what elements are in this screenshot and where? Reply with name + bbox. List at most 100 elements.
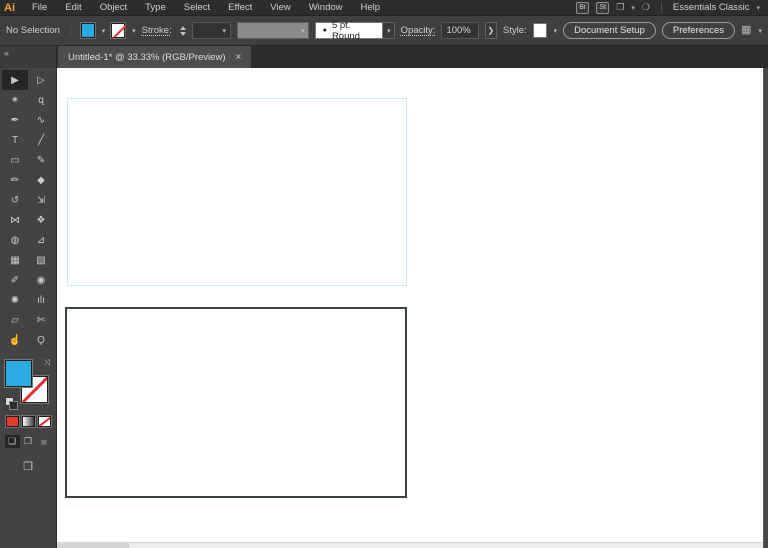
artwork-warm[interactable] (65, 307, 407, 498)
chevron-down-icon[interactable]: ▾ (222, 27, 226, 35)
draw-normal-icon[interactable]: ❏ (5, 435, 20, 448)
document-tab[interactable]: Untitled-1* @ 33.33% (RGB/Preview) × (58, 46, 251, 68)
menu-view[interactable]: View (261, 2, 299, 13)
rotate-tool[interactable]: ↺ (2, 190, 28, 210)
pen-tool[interactable]: ✒ (2, 110, 28, 130)
draw-behind-icon[interactable]: ❐ (21, 435, 36, 448)
width-tool[interactable]: ⋈ (2, 210, 28, 230)
selection-status: No Selection (6, 25, 60, 36)
lasso-tool[interactable]: ɋ (28, 90, 54, 110)
eraser-tool[interactable]: ◆ (28, 170, 54, 190)
perspective-grid-tool[interactable]: ⊿ (28, 230, 54, 250)
chevron-down-icon[interactable]: ▾ (554, 27, 558, 35)
hand-tool[interactable]: ☝ (2, 330, 28, 350)
menu-window[interactable]: Window (300, 2, 352, 13)
bridge-button[interactable]: Br (576, 2, 589, 14)
menu-effect[interactable]: Effect (219, 2, 261, 13)
variable-width-profile-dropdown[interactable]: ▾ (237, 22, 309, 39)
slice-tool[interactable]: ✄ (28, 310, 54, 330)
menu-select[interactable]: Select (175, 2, 219, 13)
opacity-more-button[interactable]: ❯ (485, 22, 497, 39)
color-button[interactable] (6, 416, 19, 427)
toolbar-collapse[interactable]: « (0, 46, 57, 68)
share-icon[interactable]: ❍ (642, 3, 650, 12)
main-area: ▶▷✶ɋ✒∿T╱▭✎✏◆↺⇲⋈❖◍⊿▦▧✐◉✺ılı▱✄☝Ϙ ⤨ ❏ ❐ ◙ ❒ (0, 68, 768, 548)
rectangle-tool[interactable]: ▭ (2, 150, 28, 170)
artwork-pink[interactable] (417, 308, 752, 495)
align-options-icon[interactable]: ▦ (741, 25, 751, 36)
eyedropper-tool[interactable]: ✐ (2, 270, 28, 290)
free-transform-tool[interactable]: ❖ (28, 210, 54, 230)
style-label: Style: (503, 25, 527, 36)
artboard-tool[interactable]: ▱ (2, 310, 28, 330)
artwork-light-blue[interactable] (417, 103, 752, 290)
collapsed-dock-strip[interactable] (763, 68, 768, 548)
menu-file[interactable]: File (23, 2, 56, 13)
chevron-down-icon[interactable]: ▾ (102, 27, 106, 35)
draw-inside-icon[interactable]: ◙ (37, 435, 52, 448)
document-setup-button[interactable]: Document Setup (563, 22, 656, 39)
zoom-tool[interactable]: Ϙ (28, 330, 54, 350)
brush-dot-icon: ● (323, 27, 327, 34)
close-icon[interactable]: × (235, 52, 241, 63)
mesh-tool[interactable]: ▦ (2, 250, 28, 270)
stroke-weight-stepper[interactable] (180, 26, 186, 36)
chevron-down-icon[interactable]: ▾ (756, 4, 760, 12)
line-segment-tool[interactable]: ╱ (28, 130, 54, 150)
color-mode-buttons (6, 416, 51, 427)
curvature-tool[interactable]: ∿ (28, 110, 54, 130)
screen-mode-icon[interactable]: ❒ (23, 460, 33, 473)
magic-wand-tool[interactable]: ✶ (2, 90, 28, 110)
shape-builder-tool[interactable]: ◍ (2, 230, 28, 250)
illustrator-window: Ai FileEditObjectTypeSelectEffectViewWin… (0, 0, 768, 548)
symbol-sprayer-tool[interactable]: ✺ (2, 290, 28, 310)
tools-grid: ▶▷✶ɋ✒∿T╱▭✎✏◆↺⇲⋈❖◍⊿▦▧✐◉✺ılı▱✄☝Ϙ (2, 70, 54, 350)
menu-type[interactable]: Type (136, 2, 175, 13)
stock-button[interactable]: St (596, 2, 609, 14)
gradient-tool[interactable]: ▧ (28, 250, 54, 270)
control-bar: No Selection ▾ ▾ Stroke: ▾ ▾ ● 5 pt. Rou… (0, 15, 768, 46)
gradient-button[interactable] (22, 416, 35, 427)
brush-definition-chevron[interactable]: ▾ (383, 22, 395, 39)
opacity-field[interactable]: 100% (441, 22, 478, 39)
fill-indicator[interactable] (5, 360, 32, 387)
stroke-color-swatch[interactable] (111, 23, 125, 38)
blend-tool[interactable]: ◉ (28, 270, 54, 290)
collapse-icon: « (4, 48, 9, 58)
type-tool[interactable]: T (2, 130, 28, 150)
drawing-mode-buttons: ❏ ❐ ◙ (5, 435, 52, 448)
menu-help[interactable]: Help (352, 2, 390, 13)
fill-stroke-indicator: ⤨ (5, 358, 51, 406)
none-button[interactable] (38, 416, 51, 427)
preferences-button[interactable]: Preferences (662, 22, 735, 39)
menu-object[interactable]: Object (91, 2, 136, 13)
artwork-rainbow[interactable] (67, 98, 407, 286)
opacity-label[interactable]: Opacity: (401, 25, 436, 36)
pencil-tool[interactable]: ✏ (2, 170, 28, 190)
menu-edit[interactable]: Edit (56, 2, 90, 13)
stroke-weight-field[interactable]: ▾ (192, 22, 231, 39)
chevron-down-icon[interactable]: ▾ (132, 27, 136, 35)
tools-panel: ▶▷✶ɋ✒∿T╱▭✎✏◆↺⇲⋈❖◍⊿▦▧✐◉✺ılı▱✄☝Ϙ ⤨ ❏ ❐ ◙ ❒ (0, 68, 57, 548)
chevron-down-icon[interactable]: ▾ (759, 27, 763, 35)
swap-fill-stroke-icon[interactable]: ⤨ (44, 358, 50, 368)
artboard-canvas[interactable] (57, 68, 768, 548)
menu-items: FileEditObjectTypeSelectEffectViewWindow… (23, 2, 389, 13)
fill-color-swatch[interactable] (81, 23, 95, 38)
chevron-down-icon[interactable]: ▾ (631, 4, 635, 12)
brush-definition-dropdown[interactable]: ● 5 pt. Round (315, 22, 383, 39)
document-tab-bar: « Untitled-1* @ 33.33% (RGB/Preview) × (0, 46, 768, 68)
graphic-style-swatch[interactable] (533, 23, 547, 38)
column-graph-tool[interactable]: ılı (28, 290, 54, 310)
direct-selection-tool[interactable]: ▷ (28, 70, 54, 90)
workspace-switcher[interactable]: Essentials Classic (673, 2, 750, 13)
scale-tool[interactable]: ⇲ (28, 190, 54, 210)
paintbrush-tool[interactable]: ✎ (28, 150, 54, 170)
selection-tool[interactable]: ▶ (2, 70, 28, 90)
workspace-layout-icon[interactable]: ❐ (616, 3, 624, 12)
chevron-down-icon: ▾ (301, 27, 305, 35)
scrollbar-thumb[interactable] (57, 543, 129, 548)
stroke-label[interactable]: Stroke: (142, 25, 172, 36)
divider (70, 25, 71, 36)
default-fill-stroke-icon[interactable] (5, 397, 14, 406)
